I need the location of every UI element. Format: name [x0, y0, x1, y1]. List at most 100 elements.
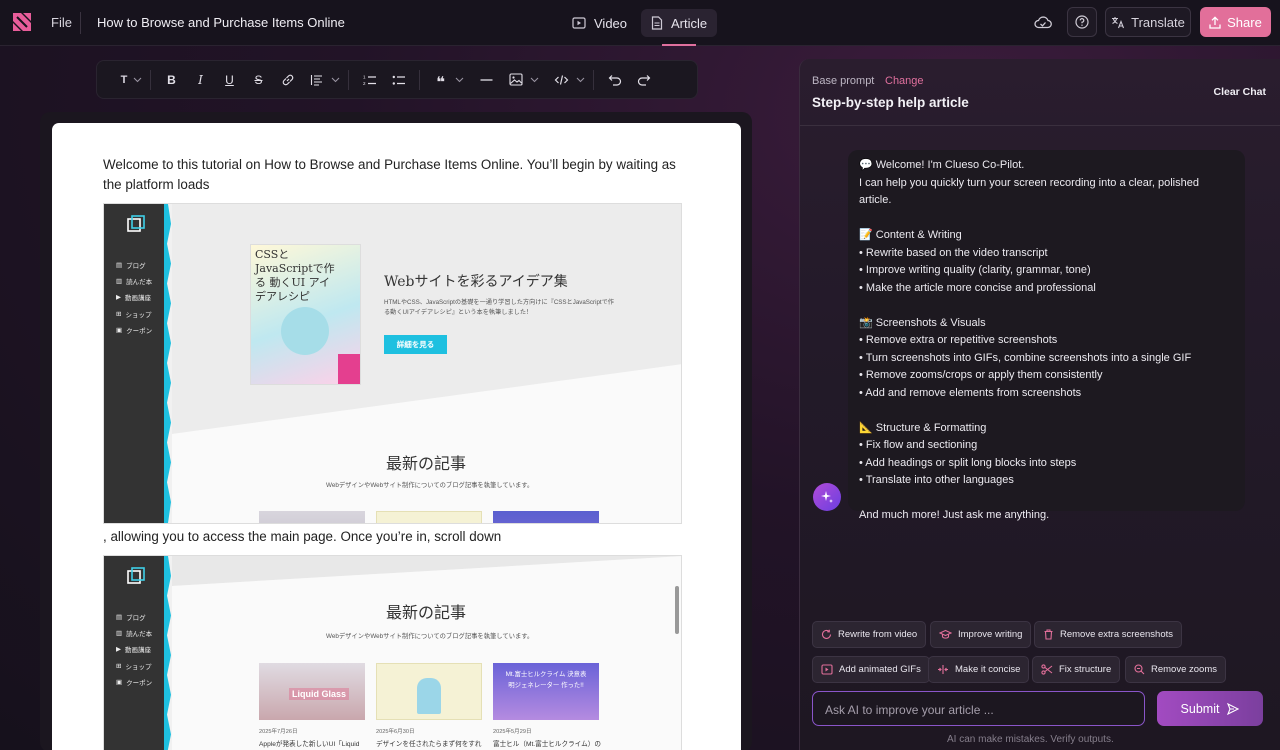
bold-button[interactable]: B: [157, 70, 186, 90]
horizontal-rule-icon: [480, 78, 493, 81]
article-thumbnail: [376, 511, 482, 523]
graduation-cap-icon: [939, 629, 952, 639]
site-nav-item: ⊞ ショップ: [116, 311, 152, 319]
help-button[interactable]: [1067, 7, 1097, 37]
message-line: • Improve writing quality (clarity, gram…: [859, 264, 1091, 276]
message-line: 📐 Structure & Formatting: [859, 421, 987, 434]
gif-icon: [821, 664, 833, 675]
help-icon: [1075, 15, 1089, 29]
svg-text:2: 2: [363, 81, 366, 86]
site-sidebar: [104, 204, 167, 523]
align-button[interactable]: [302, 70, 331, 90]
article-card-date: 2025年5月29日: [493, 729, 532, 735]
file-menu[interactable]: File: [51, 15, 72, 30]
change-prompt-link[interactable]: Change: [885, 75, 924, 87]
scrollbar-thumb: [675, 586, 679, 634]
ask-ai-input[interactable]: Ask AI to improve your article ...: [812, 691, 1145, 726]
text-style-button[interactable]: T: [115, 70, 133, 90]
italic-button[interactable]: I: [186, 70, 215, 90]
video-icon: [572, 17, 586, 29]
message-line: • Translate into other languages: [859, 474, 1014, 486]
chip-label: Rewrite from video: [838, 629, 918, 640]
article-thumbnail: [259, 511, 365, 523]
chevron-down-icon[interactable]: [331, 77, 342, 83]
site-nav-item: ▥ 読んだ本: [116, 630, 153, 638]
chevron-down-icon[interactable]: [455, 77, 466, 83]
document-title[interactable]: How to Browse and Purchase Items Online: [97, 15, 345, 30]
share-label: Share: [1227, 14, 1262, 30]
sidebar-torn-edge: [164, 204, 171, 523]
message-line: • Add and remove elements from screensho…: [859, 386, 1082, 399]
chip-label: Remove extra screenshots: [1060, 629, 1173, 640]
cloud-check-icon: [1034, 16, 1052, 29]
submit-button[interactable]: Submit: [1157, 691, 1263, 726]
section-description: WebデザインやWebサイト制作についてのブログ記事を執筆しています。: [326, 482, 534, 489]
share-button[interactable]: Share: [1200, 7, 1271, 37]
translate-button[interactable]: Translate: [1105, 7, 1191, 37]
article-screenshot-2[interactable]: ▤ ブログ ▥ 読んだ本 ▶ 動画講座 ⊞ ショップ ▣ クーポン 最新の記事 Webデザ…: [103, 555, 682, 750]
site-nav-item: ▣ クーポン: [116, 679, 153, 687]
assistant-message: 💬 Welcome! I'm Clueso Co-Pilot. I can he…: [848, 150, 1245, 521]
message-line: I can help you quickly turn your screen …: [859, 176, 1199, 207]
site-nav-item: ▤ ブログ: [116, 262, 146, 270]
app-logo-icon[interactable]: [12, 12, 32, 32]
message-line: • Make the article more concise and prof…: [859, 281, 1096, 294]
clear-chat-button[interactable]: Clear Chat: [1213, 86, 1266, 98]
ordered-list-button[interactable]: 12: [355, 70, 384, 90]
panel-divider: [800, 125, 1280, 126]
ai-disclaimer: AI can make mistakes. Verify outputs.: [947, 734, 1114, 745]
code-icon: [554, 74, 569, 85]
chip-rewrite-from-video[interactable]: Rewrite from video: [812, 621, 927, 648]
undo-button[interactable]: [600, 70, 629, 90]
strikethrough-icon: S: [254, 72, 263, 87]
page-background: [172, 556, 681, 750]
chevron-down-icon[interactable]: [576, 77, 587, 83]
chip-label: Make it concise: [955, 664, 1021, 675]
chip-add-animated-gifs[interactable]: Add animated GIFs: [812, 656, 930, 683]
tab-video[interactable]: Video: [562, 9, 637, 37]
chip-remove-zooms[interactable]: Remove zooms: [1125, 656, 1226, 683]
code-button[interactable]: [547, 70, 576, 90]
scissors-icon: [1041, 664, 1053, 675]
book-badge: [338, 354, 360, 384]
toolbar-divider: [419, 69, 420, 90]
document-icon: [651, 16, 663, 30]
chip-label: Add animated GIFs: [839, 664, 921, 675]
toolbar-divider: [348, 69, 349, 90]
cloud-sync-button[interactable]: [1030, 7, 1056, 37]
translate-label: Translate: [1131, 14, 1185, 30]
chip-improve-writing[interactable]: Improve writing: [930, 621, 1032, 648]
link-icon: [282, 74, 293, 85]
align-left-icon: [310, 74, 322, 86]
chevron-down-icon[interactable]: [133, 77, 144, 83]
article-screenshot-1[interactable]: ▤ ブログ ▥ 読んだ本 ▶ 動画講座 ⊞ ショップ ▣ クーポン CSSとJavaScr…: [103, 203, 682, 524]
message-line: [859, 297, 1234, 315]
tab-article-label: Article: [671, 15, 708, 31]
article-card-title: Appleが発表した新しいUI「Liquid: [259, 741, 360, 748]
chip-remove-extra-screenshots[interactable]: Remove extra screenshots: [1034, 621, 1182, 648]
top-bar: File How to Browse and Purchase Items On…: [0, 0, 1280, 46]
article-card-thumbnail: Mt.富士ヒルクライム 決意表明ジェネレーター 作った!!: [493, 663, 599, 720]
underline-button[interactable]: U: [215, 70, 244, 90]
site-nav-item: ▣ クーポン: [116, 327, 153, 335]
site-nav-item: ⊞ ショップ: [116, 663, 152, 671]
strikethrough-button[interactable]: S: [244, 70, 273, 90]
divider-button[interactable]: [472, 70, 501, 90]
chip-fix-structure[interactable]: Fix structure: [1032, 656, 1121, 683]
link-button[interactable]: [273, 70, 302, 90]
image-button[interactable]: [501, 70, 530, 90]
message-line: [859, 490, 1234, 508]
message-line: 💬 Welcome! I'm Clueso Co-Pilot.: [859, 159, 1025, 171]
article-paragraph-1[interactable]: Welcome to this tutorial on How to Brows…: [103, 155, 693, 195]
chip-make-it-concise[interactable]: Make it concise: [928, 656, 1030, 683]
hero-detail-button: 詳細を見る: [384, 335, 447, 354]
bullet-list-button[interactable]: [384, 70, 413, 90]
quote-button[interactable]: ❝: [426, 70, 455, 90]
article-paragraph-2[interactable]: , allowing you to access the main page. …: [103, 527, 693, 547]
chevron-down-icon[interactable]: [530, 77, 541, 83]
redo-button[interactable]: [629, 70, 658, 90]
article-page[interactable]: Welcome to this tutorial on How to Brows…: [52, 123, 741, 750]
tab-article[interactable]: Article: [641, 9, 718, 37]
hero-title: Webサイトを彩るアイデア集: [384, 274, 568, 290]
image-icon: [508, 73, 523, 86]
